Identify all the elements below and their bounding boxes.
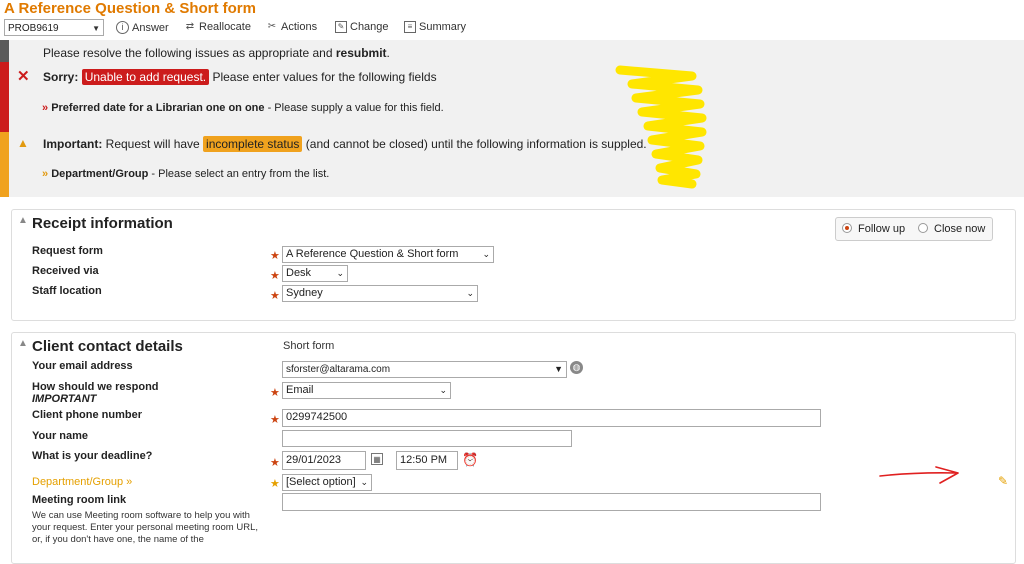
respond-select[interactable]: Email ⌄ [282,382,451,399]
follow-up-close-toggle: Follow up Close now [835,217,993,241]
actions-label: Actions [281,21,318,33]
meeting-input[interactable] [282,493,821,511]
reallocate-icon: ⇄ [185,21,195,32]
phone-label: Client phone number [32,409,142,421]
reallocate-label: Reallocate [199,21,251,33]
alert-panel: Please resolve the following issues as a… [0,40,1024,197]
red-arrow-annotation [879,466,959,484]
problem-id-value: PROB9619 [8,23,59,34]
chevron-right-icon: » [42,168,49,180]
chevron-down-icon: ⌄ [336,268,344,278]
incomplete-badge: incomplete status [203,136,303,152]
phone-input[interactable]: 0299742500 [282,409,821,427]
sorry-message: Sorry: Unable to add request. Please ent… [43,69,437,85]
collapse-caret-icon[interactable]: ▲ [18,338,28,349]
name-label: Your name [32,430,89,442]
department-select[interactable]: [Select option] ⌄ [282,474,372,491]
sorry-item: » Preferred date for a Librarian one on … [42,102,444,114]
client-title: Client contact details [32,338,183,355]
received-via-select[interactable]: Desk ⌄ [282,265,348,282]
staff-location-select[interactable]: Sydney ⌄ [282,285,478,302]
meeting-help-text: We can use Meeting room software to help… [32,510,258,545]
summary-icon: ≡ [404,21,416,33]
receipt-title: Receipt information [32,215,173,232]
chevron-down-icon: ⌄ [439,385,447,395]
name-input[interactable] [282,430,572,447]
problem-id-select[interactable]: PROB9619 ▼ [4,19,104,36]
calendar-icon[interactable]: ▦ [371,453,383,465]
page-title: A Reference Question & Short form [4,0,256,17]
clock-icon[interactable]: ⏰ [462,452,478,468]
received-via-label: Received via [32,265,99,277]
required-star: ★ [270,250,280,262]
change-button[interactable]: ✎ Change [335,21,389,33]
yellow-scribble-annotation [615,65,707,189]
request-form-select[interactable]: A Reference Question & Short form ⌄ [282,246,494,263]
required-star: ★ [270,457,280,469]
chevron-down-icon: ▼ [92,24,100,33]
alert-bar-neutral [0,40,9,62]
close-now-radio[interactable] [918,223,928,233]
summary-label: Summary [419,21,467,33]
department-label[interactable]: Department/Group » [32,476,132,488]
follow-up-radio[interactable] [842,223,852,233]
chevron-down-icon: ⌄ [466,288,474,298]
answer-button[interactable]: i Answer [116,21,169,34]
globe-icon[interactable]: ◍ [570,361,583,374]
required-star: ★ [270,290,280,302]
required-star: ★ [270,270,280,282]
actions-button[interactable]: ✂ Actions [266,21,317,33]
reallocate-button[interactable]: ⇄ Reallocate [184,21,251,33]
deadline-time-input[interactable]: 12:50 PM [396,451,458,470]
respond-important-note: IMPORTANT [32,393,97,405]
tools-icon: ✂ [267,21,277,32]
edit-icon: ✎ [335,21,347,33]
deadline-date-input[interactable]: 29/01/2023 [282,451,366,470]
collapse-caret-icon[interactable]: ▲ [18,215,28,226]
chevron-down-icon: ⌄ [360,477,368,487]
warning-icon: ▲ [17,136,29,150]
sorry-badge: Unable to add request. [81,69,210,85]
chevron-down-icon: ▼ [554,364,563,374]
deadline-label: What is your deadline? [32,450,153,462]
alert-bar-warning [0,132,9,197]
important-item: » Department/Group - Please select an en… [42,168,330,180]
summary-button[interactable]: ≡ Summary [404,21,466,33]
info-icon: i [116,21,129,34]
required-star: ★ [270,387,280,399]
pencil-icon[interactable]: ✎ [998,474,1008,488]
chevron-down-icon: ⌄ [482,249,490,259]
answer-label: Answer [132,21,169,34]
meeting-label: Meeting room link [32,494,127,506]
respond-label: How should we respond [32,381,159,393]
alert-intro: Please resolve the following issues as a… [43,46,390,60]
request-form-label: Request form [32,245,103,257]
required-star: ★ [270,478,280,490]
close-now-label: Close now [934,223,986,235]
short-form-note: Short form [283,340,335,352]
staff-location-label: Staff location [32,285,102,297]
error-x-icon: ✕ [17,68,30,85]
chevron-right-icon: » [42,102,49,114]
change-label: Change [350,21,389,33]
email-label: Your email address [32,360,133,372]
important-message: Important: Request will have incomplete … [43,136,647,152]
follow-up-label: Follow up [858,223,906,235]
email-select[interactable]: sforster@altarama.com ▼ [282,361,567,378]
alert-bar-error [0,62,9,132]
required-star: ★ [270,414,280,426]
